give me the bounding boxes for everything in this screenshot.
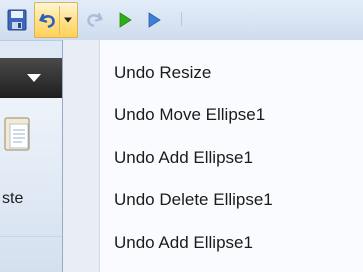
- menu-item-undo-add-ellipse[interactable]: Undo Add Ellipse1: [101, 138, 363, 178]
- chevron-down-icon[interactable]: [63, 16, 73, 24]
- play-blue-icon: [148, 12, 161, 28]
- menu-item-undo-move-ellipse[interactable]: Undo Move Ellipse1: [101, 95, 363, 135]
- redo-button[interactable]: [84, 10, 104, 30]
- panel-divider: [0, 236, 62, 237]
- split-divider: [59, 6, 60, 34]
- quick-access-toolbar: [0, 0, 363, 41]
- toolbar-separator: [181, 12, 182, 26]
- floppy-disk-icon: [7, 9, 27, 31]
- paste-button[interactable]: [4, 116, 30, 152]
- undo-split-button[interactable]: [34, 2, 78, 38]
- menu-icon-gutter: [63, 40, 100, 272]
- paste-clipboard-icon: [4, 117, 30, 151]
- triangle-down-icon: [27, 74, 41, 82]
- play-green-icon: [119, 12, 132, 28]
- undo-arrow-icon: [39, 13, 55, 28]
- ribbon-clipboard-group: ste: [0, 98, 62, 272]
- undo-history-menu: Undo Resize Undo Move Ellipse1 Undo Add …: [62, 40, 363, 272]
- menu-item-undo-add-ellipse-2[interactable]: Undo Add Ellipse1: [101, 223, 363, 263]
- paste-label: ste: [2, 190, 24, 207]
- menu-item-undo-resize[interactable]: Undo Resize: [101, 53, 363, 93]
- save-button[interactable]: [7, 9, 27, 31]
- run-button[interactable]: [117, 11, 133, 29]
- step-button[interactable]: [146, 11, 162, 29]
- redo-arrow-icon: [87, 12, 103, 27]
- ribbon-application-menu-button[interactable]: [0, 58, 62, 98]
- menu-item-undo-delete-ellipse[interactable]: Undo Delete Ellipse1: [101, 180, 363, 220]
